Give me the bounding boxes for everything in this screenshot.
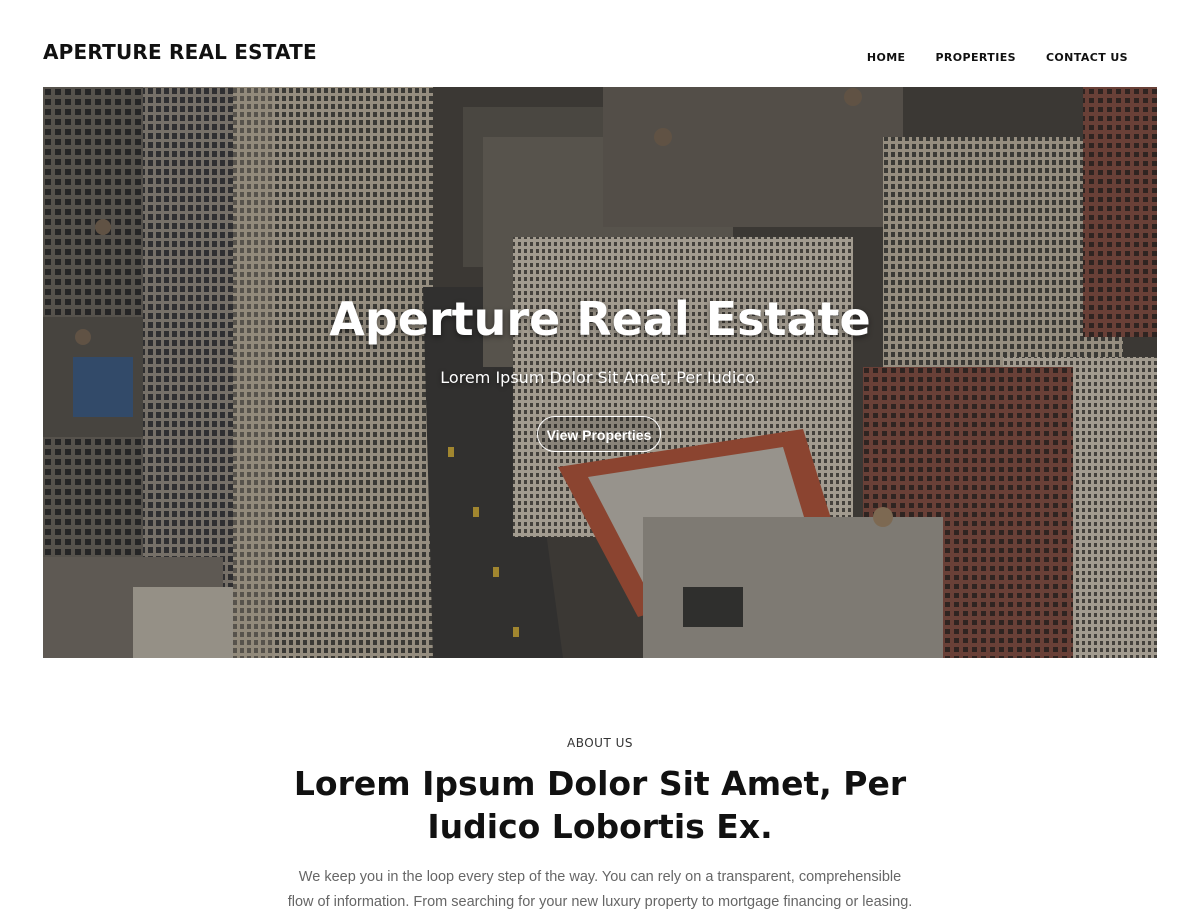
nav-item-home[interactable]: HOME <box>867 51 906 64</box>
site-logo[interactable]: APERTURE REAL ESTATE <box>43 40 317 64</box>
main-nav: HOME PROPERTIES CONTACT US <box>837 51 1128 64</box>
nav-item-properties[interactable]: PROPERTIES <box>935 51 1015 64</box>
hero-banner: Aperture Real Estate Lorem Ipsum Dolor S… <box>43 87 1157 658</box>
hero-subtitle: Lorem Ipsum Dolor Sit Amet, Per Iudico. <box>440 368 760 387</box>
hero-title: Aperture Real Estate <box>329 292 871 346</box>
view-properties-button[interactable]: View Properties <box>537 416 661 452</box>
about-section: ABOUT US Lorem Ipsum Dolor Sit Amet, Per… <box>0 658 1200 910</box>
about-text: We keep you in the loop every step of th… <box>287 869 913 910</box>
about-eyebrow: ABOUT US <box>566 736 633 750</box>
site-header: APERTURE REAL ESTATE HOME PROPERTIES CON… <box>0 0 1200 87</box>
about-heading: Lorem Ipsum Dolor Sit Amet, Per Iudico L… <box>293 764 907 846</box>
nav-item-contact-us[interactable]: CONTACT US <box>1046 51 1128 64</box>
